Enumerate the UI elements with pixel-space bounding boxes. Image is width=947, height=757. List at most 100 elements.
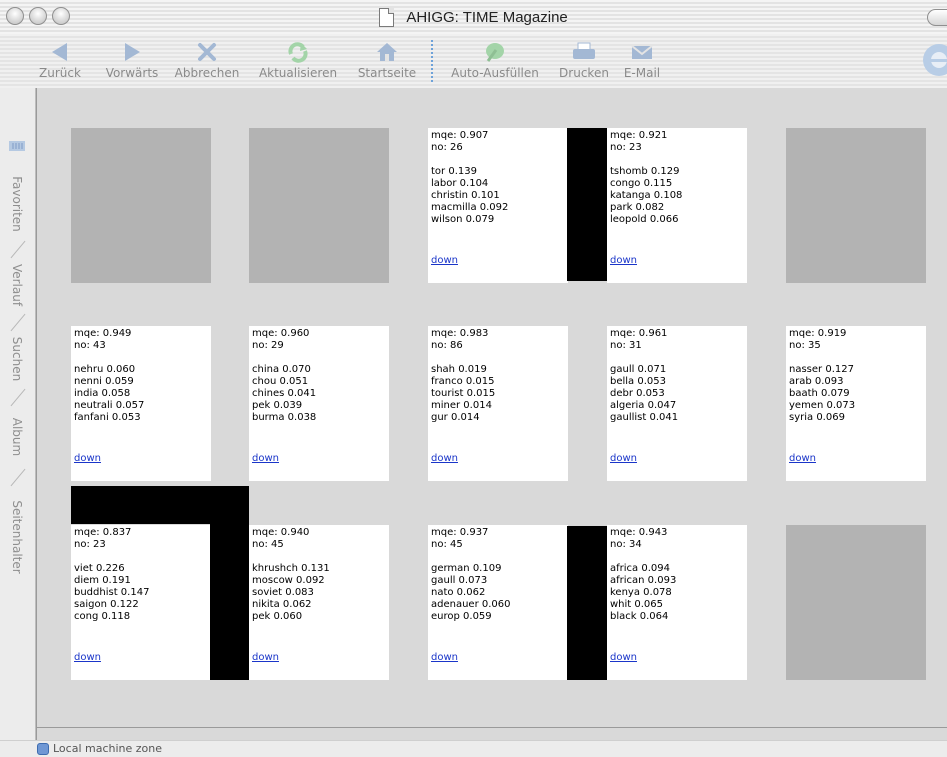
mail-button[interactable]: E-Mail <box>618 38 666 84</box>
status-zone: Local machine zone <box>53 742 163 755</box>
down-link[interactable]: down <box>74 453 101 465</box>
cluster-term: buddhist 0.147 <box>74 587 150 598</box>
cluster-cell: mqe: 0.983 no: 86 shah 0.019 franco 0.015 to… <box>428 326 568 481</box>
cluster-mqe: mqe: 0.907 <box>431 130 489 141</box>
cluster-term: nato 0.062 <box>431 587 486 598</box>
cluster-term: baath 0.079 <box>789 388 850 399</box>
cluster-text: mqe: 0.907 no: 26 tor 0.139 labor 0.104 chri… <box>431 130 508 226</box>
cluster-text: mqe: 0.919 no: 35 nasser 0.127 arab 0.093 ba… <box>789 328 855 424</box>
cluster-term: chines 0.041 <box>252 388 317 399</box>
down-link[interactable]: down <box>431 453 458 465</box>
stop-button[interactable]: Abbrechen <box>172 38 242 84</box>
cluster-cell: mqe: 0.949 no: 43 nehru 0.060 nenni 0.059 in… <box>71 326 211 481</box>
cluster-count: no: 29 <box>252 340 284 351</box>
down-link[interactable]: down <box>610 255 637 267</box>
cluster-cell: mqe: 0.937 no: 45 german 0.109 gaull 0.073 n… <box>428 525 568 680</box>
cluster-text: mqe: 0.943 no: 34 africa 0.094 african 0.09… <box>610 527 676 623</box>
back-button[interactable]: Zurück <box>30 38 90 84</box>
cluster-term: gur 0.014 <box>431 412 480 423</box>
forward-arrow-icon <box>97 38 167 66</box>
cluster-term: pek 0.060 <box>252 611 303 622</box>
down-link[interactable]: down <box>610 453 637 465</box>
forward-button[interactable]: Vorwärts <box>97 38 167 84</box>
cluster-mqe: mqe: 0.919 <box>789 328 847 339</box>
cluster-text: mqe: 0.949 no: 43 nehru 0.060 nenni 0.059 in… <box>74 328 144 424</box>
autofill-pen-icon <box>440 38 550 66</box>
print-button[interactable]: Drucken <box>556 38 612 84</box>
down-link[interactable]: down <box>610 652 637 664</box>
cluster-term: arab 0.093 <box>789 376 844 387</box>
tab-album-label: Album <box>10 417 24 457</box>
down-link[interactable]: down <box>74 652 101 664</box>
cluster-count: no: 23 <box>74 539 106 550</box>
cluster-term: khrushch 0.131 <box>252 563 330 574</box>
tab-page-holder[interactable]: Seitenhalter <box>3 480 31 594</box>
cluster-term: franco 0.015 <box>431 376 495 387</box>
cluster-term: whit 0.065 <box>610 599 664 610</box>
drawer-grip-icon[interactable] <box>9 136 25 155</box>
document-icon <box>379 8 395 27</box>
cluster-mqe: mqe: 0.949 <box>74 328 132 339</box>
map-boundary-bar <box>567 526 607 680</box>
cluster-term: nasser 0.127 <box>789 364 854 375</box>
tab-history-label: Verlauf <box>10 263 24 307</box>
cluster-mqe: mqe: 0.921 <box>610 130 668 141</box>
autofill-button[interactable]: Auto-Ausfüllen <box>440 38 550 84</box>
cluster-term: leopold 0.066 <box>610 214 679 225</box>
cluster-term: park 0.082 <box>610 202 665 213</box>
cluster-count: no: 45 <box>431 539 463 550</box>
cluster-term: fanfani 0.053 <box>74 412 141 423</box>
cluster-term: gaull 0.073 <box>431 575 488 586</box>
tab-favorites-label: Favoriten <box>10 176 24 232</box>
tab-album[interactable]: Album <box>3 400 31 474</box>
cluster-cell: mqe: 0.961 no: 31 gaull 0.071 bella 0.053 de… <box>607 326 747 481</box>
cluster-text: mqe: 0.961 no: 31 gaull 0.071 bella 0.053 de… <box>610 328 678 424</box>
toolbar-toggle-button[interactable] <box>927 9 947 26</box>
printer-icon <box>556 38 612 66</box>
tab-search[interactable]: Suchen <box>3 324 31 394</box>
content-divider <box>36 727 947 728</box>
cluster-term: tourist 0.015 <box>431 388 496 399</box>
cluster-term: nenni 0.059 <box>74 376 134 387</box>
down-link[interactable]: down <box>789 453 816 465</box>
map-boundary-bar <box>567 128 607 281</box>
cluster-text: mqe: 0.937 no: 45 german 0.109 gaull 0.073 n… <box>431 527 511 623</box>
home-icon <box>354 38 420 66</box>
home-button[interactable]: Startseite <box>354 38 420 84</box>
cluster-mqe: mqe: 0.937 <box>431 527 489 538</box>
down-link[interactable]: down <box>252 652 279 664</box>
back-label: Zurück <box>39 66 81 80</box>
cluster-term: miner 0.014 <box>431 400 492 411</box>
cluster-cell: mqe: 0.837 no: 23 viet 0.226 diem 0.191 budd… <box>71 525 211 680</box>
cluster-text: mqe: 0.983 no: 86 shah 0.019 franco 0.015 to… <box>431 328 495 424</box>
cluster-count: no: 45 <box>252 539 284 550</box>
mail-envelope-icon <box>618 38 666 66</box>
tab-history[interactable]: Verlauf <box>3 251 31 319</box>
home-label: Startseite <box>357 66 417 80</box>
refresh-button[interactable]: Aktualisieren <box>252 38 344 84</box>
cluster-cell: mqe: 0.919 no: 35 nasser 0.127 arab 0.093 ba… <box>786 326 926 481</box>
cluster-mqe: mqe: 0.960 <box>252 328 310 339</box>
map-boundary-bar <box>210 486 249 680</box>
explorer-bar: Favoriten Verlauf Suchen Album Seitenhal… <box>0 88 36 740</box>
cluster-term: gaullist 0.041 <box>610 412 679 423</box>
cluster-text: mqe: 0.921 no: 23 tshomb 0.129 congo 0.115 k… <box>610 130 682 226</box>
window-title-group: AHIGG: TIME Magazine <box>0 7 947 27</box>
cluster-term: macmilla 0.092 <box>431 202 509 213</box>
down-link[interactable]: down <box>431 652 458 664</box>
down-link[interactable]: down <box>431 255 458 267</box>
down-link[interactable]: down <box>252 453 279 465</box>
cluster-cell: mqe: 0.960 no: 29 china 0.070 chou 0.051 chi… <box>249 326 389 481</box>
cluster-cell: mqe: 0.943 no: 34 africa 0.094 african 0.09… <box>607 525 747 680</box>
refresh-label: Aktualisieren <box>258 66 338 80</box>
status-bar: Local machine zone <box>0 740 947 757</box>
cluster-term: syria 0.069 <box>789 412 845 423</box>
cluster-term: adenauer 0.060 <box>431 599 511 610</box>
cluster-term: cong 0.118 <box>74 611 131 622</box>
tab-favorites[interactable]: Favoriten <box>3 162 31 246</box>
